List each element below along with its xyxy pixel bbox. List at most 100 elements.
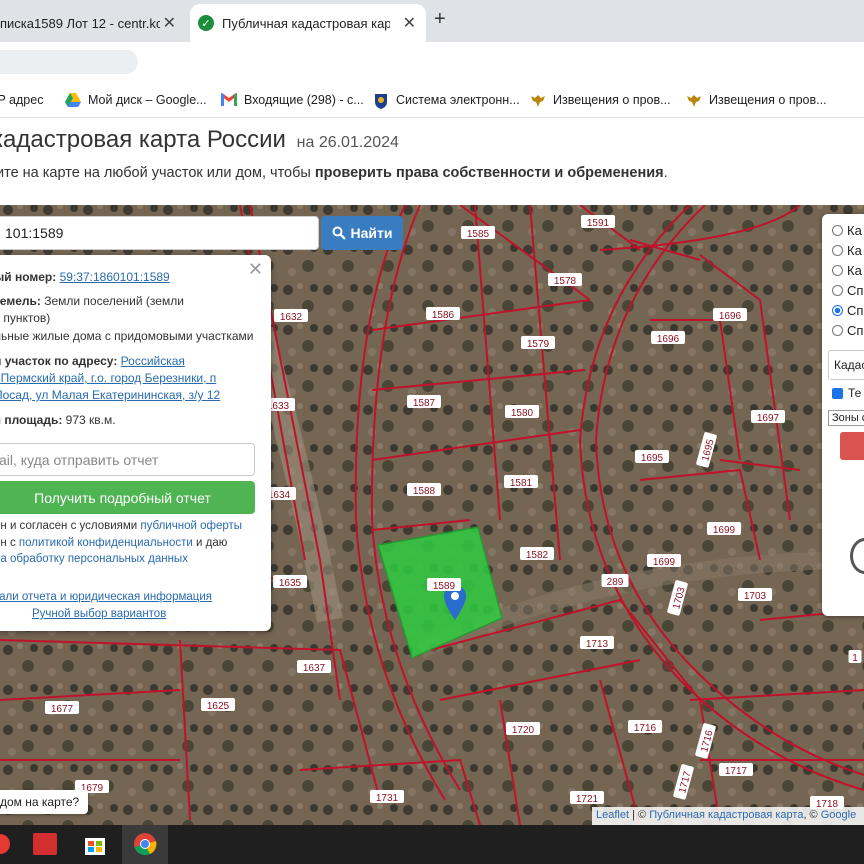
search-input[interactable]: 101:1589: [0, 216, 319, 250]
location-icon[interactable]: [850, 538, 864, 574]
eagle-icon: [686, 93, 702, 107]
radio-icon[interactable]: [832, 305, 843, 316]
svg-text:1696: 1696: [657, 334, 680, 345]
address-line-2[interactable]: , Пермский край, г.о. город Березники, п: [0, 370, 216, 387]
tab-centr[interactable]: писка1589 Лот 12 - centr.ko ✕: [0, 4, 186, 42]
radio-icon[interactable]: [832, 225, 843, 236]
parcel-label: 1716: [628, 720, 662, 734]
address-row: й участок по адресу: Российская: [0, 354, 185, 368]
get-report-button[interactable]: Получить подробный отчет: [0, 481, 255, 514]
find-button-label: Найти: [350, 225, 393, 241]
svg-text:1632: 1632: [280, 312, 303, 323]
svg-text:1625: 1625: [207, 701, 230, 712]
new-tab-button[interactable]: +: [434, 8, 446, 31]
help-find-house-button[interactable]: дом на карте?: [0, 790, 88, 814]
bookmark-label: Мой диск – Google...: [88, 93, 207, 107]
cadastral-number-row: ый номер: 59:37:1860101:1589: [0, 270, 170, 284]
parcel-label: 1720: [506, 722, 540, 736]
svg-text:1731: 1731: [376, 793, 399, 804]
svg-text:1697: 1697: [757, 413, 780, 424]
layer-option[interactable]: Ка: [832, 243, 862, 258]
radio-icon[interactable]: [832, 245, 843, 256]
layer-option[interactable]: Ка: [832, 263, 862, 278]
land-use-row: льные жилые дома с придомовыми участками: [0, 329, 254, 343]
svg-text:1677: 1677: [51, 704, 74, 715]
consent-link[interactable]: на обработку персональных данных: [0, 553, 188, 565]
store-icon[interactable]: [83, 833, 107, 855]
close-icon[interactable]: ✕: [248, 259, 263, 280]
gmail-icon: [220, 92, 238, 107]
parcel-label: 1580: [505, 405, 539, 419]
parcel-label: 1731: [370, 790, 404, 804]
area-row: я площадь: 973 кв.м.: [0, 413, 116, 427]
radio-icon[interactable]: [832, 325, 843, 336]
parcel-label: 1696: [651, 331, 685, 345]
tab-title: писка1589 Лот 12 - centr.ko: [0, 15, 160, 31]
bookmark-notices-2[interactable]: Извещения о пров...: [686, 93, 827, 107]
parcel-label: 1579: [521, 336, 555, 350]
parcel-label: 1: [848, 650, 862, 664]
opera-icon[interactable]: [0, 834, 10, 854]
bookmark-label: Система электронн...: [396, 93, 520, 107]
layer-option-label: Ка: [847, 223, 862, 238]
taskbar: [0, 825, 864, 864]
svg-text:1588: 1588: [413, 486, 436, 497]
screen: писка1589 Лот 12 - centr.ko ✕ ✓ Публична…: [0, 0, 864, 864]
address-bar[interactable]: [0, 50, 138, 74]
layer-option[interactable]: Сп: [832, 283, 863, 298]
parcel-label: 1625: [201, 698, 235, 712]
radio-icon[interactable]: [832, 285, 843, 296]
privacy-link[interactable]: политикой конфиденциальности: [19, 537, 193, 549]
address-line-3[interactable]: Посад, ул Малая Екатерининская, з/у 12: [0, 387, 220, 404]
checkbox-icon[interactable]: [832, 387, 843, 399]
layer-option[interactable]: Сп: [832, 323, 863, 338]
svg-text:1581: 1581: [510, 478, 533, 489]
svg-text:1717: 1717: [725, 766, 748, 777]
email-field[interactable]: ail, куда отправить отчет: [0, 443, 255, 476]
close-icon[interactable]: ✕: [403, 13, 416, 33]
bookmark-drive[interactable]: Мой диск – Google...: [65, 93, 207, 107]
svg-text:1: 1: [852, 653, 858, 664]
bookmark-gmail[interactable]: Входящие (298) - с...: [220, 92, 364, 107]
parcel-label: 1695: [635, 450, 669, 464]
app-red-icon[interactable]: [33, 833, 57, 855]
map-attribution: Leaflet | © Публичная кадастровая карта,…: [592, 807, 864, 825]
layer-option-label: Ка: [847, 263, 862, 278]
chrome-taskbar-item[interactable]: [122, 825, 168, 864]
parcel-label: 1578: [548, 273, 582, 287]
google-link[interactable]: Google: [821, 809, 856, 821]
details-link[interactable]: тали отчета и юридическая информация: [0, 589, 212, 606]
pkk-link[interactable]: Публичная кадастровая карта: [649, 809, 803, 821]
parcel-label: 1703: [738, 588, 772, 602]
bookmark-system[interactable]: Система электронн...: [373, 93, 520, 109]
svg-text:1578: 1578: [554, 276, 577, 287]
parcel-label: 1696: [713, 308, 747, 322]
cadastral-number-link[interactable]: 59:37:1860101:1589: [60, 270, 170, 284]
red-action-button[interactable]: [840, 432, 864, 460]
leaflet-link[interactable]: Leaflet: [596, 809, 629, 821]
close-icon[interactable]: ✕: [163, 13, 176, 33]
manual-choice-link[interactable]: Ручной выбор вариантов: [32, 606, 166, 623]
radio-icon[interactable]: [832, 265, 843, 276]
parcel-label: 1677: [45, 701, 79, 715]
svg-text:1703: 1703: [744, 591, 767, 602]
bookmark-notices-1[interactable]: Извещения о пров...: [530, 93, 671, 107]
terrain-checkbox-row[interactable]: Те: [832, 386, 861, 400]
svg-text:1635: 1635: [279, 578, 302, 589]
layer-select[interactable]: Кадаст: [828, 350, 864, 380]
parcel-label: 1637: [297, 660, 331, 674]
zones-select[interactable]: Зоны с: [828, 410, 864, 426]
terms-consent: на обработку персональных данных: [0, 551, 188, 568]
layer-option[interactable]: Сп: [832, 303, 863, 318]
bookmark-ip[interactable]: IP адрес: [0, 93, 43, 107]
address-link[interactable]: Российская: [121, 354, 185, 368]
find-button[interactable]: Найти: [321, 216, 403, 250]
offer-link[interactable]: публичной оферты: [140, 520, 242, 532]
land-category-cont: х пунктов): [0, 311, 51, 325]
layer-option[interactable]: Ка: [832, 223, 862, 238]
search-icon: [332, 226, 346, 240]
svg-text:1721: 1721: [576, 794, 599, 805]
svg-text:1637: 1637: [303, 663, 326, 674]
tab-kadastr[interactable]: ✓ Публичная кадастровая карта ✕: [190, 4, 426, 42]
bookmarks-bar: IP адрес Мой диск – Google... Входящие (…: [0, 84, 864, 118]
